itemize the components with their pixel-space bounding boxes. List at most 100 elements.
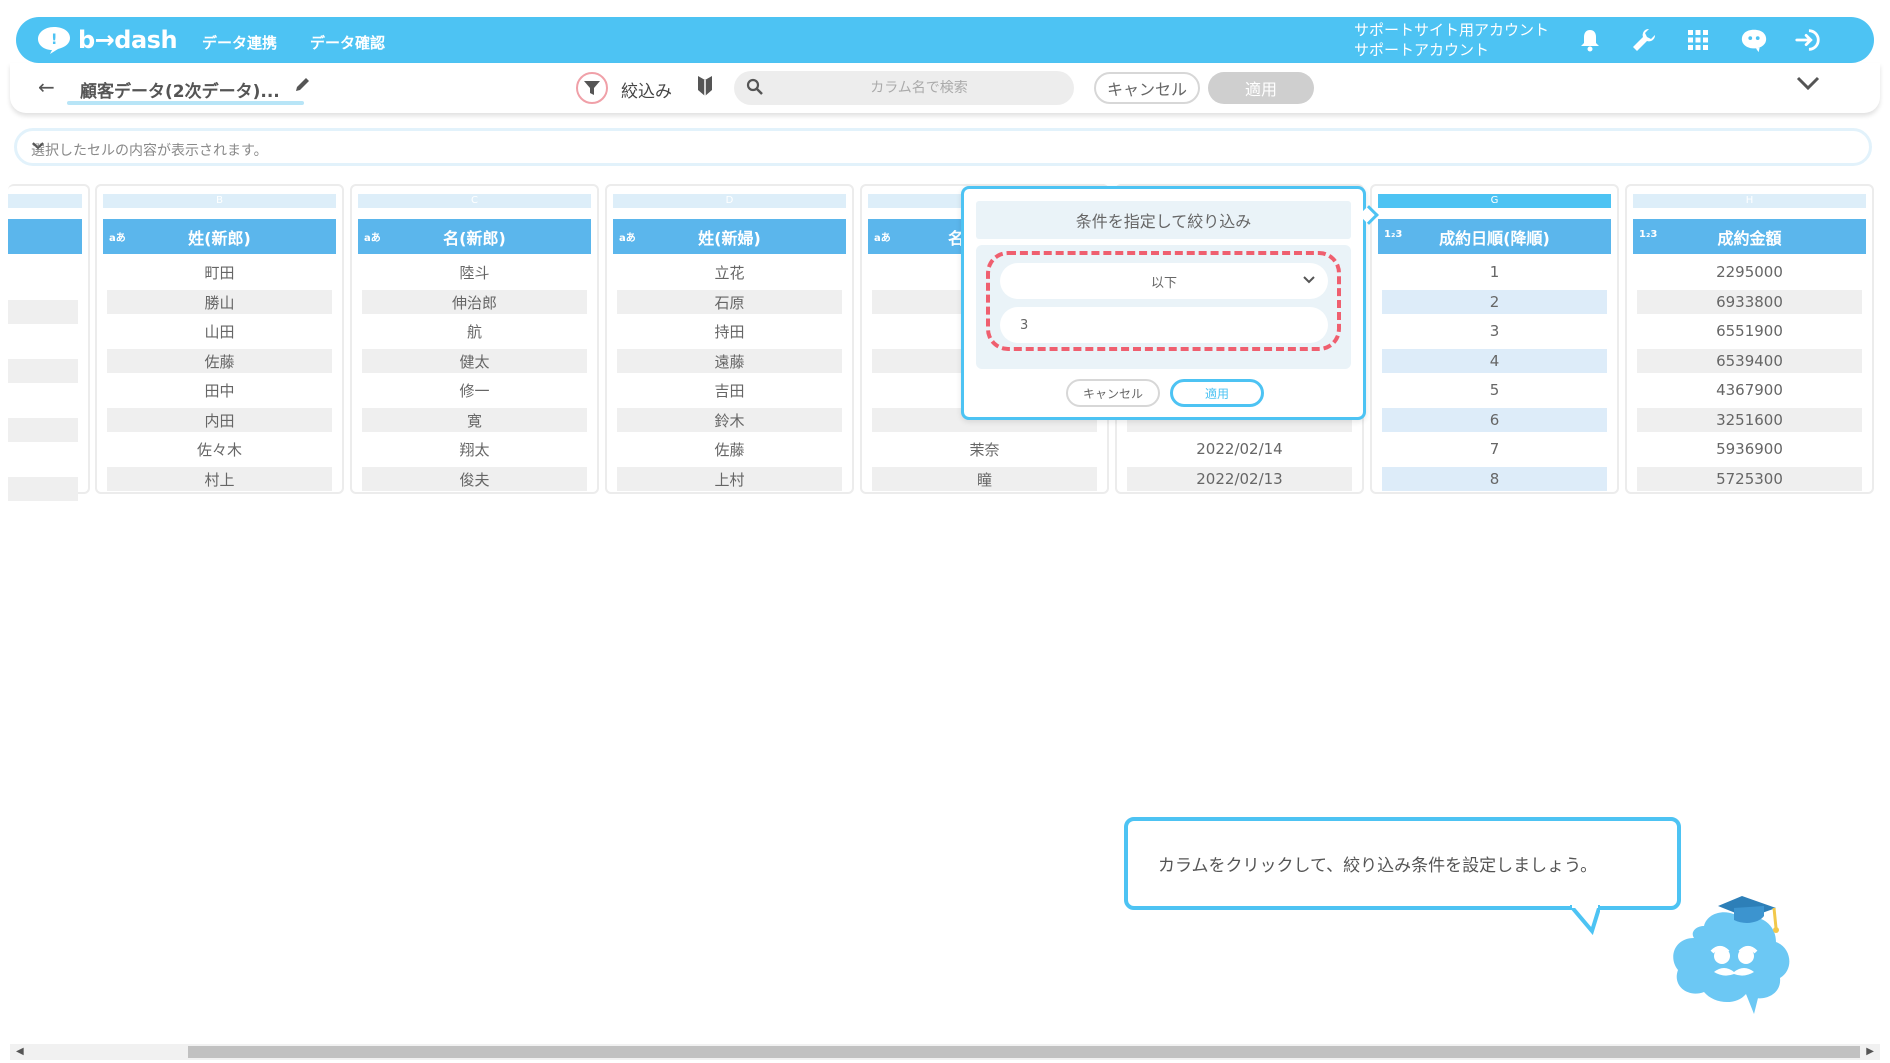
apps-grid-icon[interactable] <box>1684 26 1712 54</box>
popup-cancel-button[interactable]: キャンセル <box>1066 379 1160 407</box>
table-cell[interactable]: 5725300 <box>1637 467 1862 491</box>
table-cell[interactable]: 瞳 <box>872 467 1097 491</box>
column-header[interactable] <box>8 219 82 254</box>
table-cell[interactable]: 佐々木 <box>107 437 332 461</box>
nav-data-integration[interactable]: データ連携 <box>202 32 277 53</box>
text-type-icon: aあ <box>619 233 636 244</box>
table-cell[interactable]: 2 <box>1382 290 1607 314</box>
table-cell[interactable]: 5 <box>1382 378 1607 402</box>
column-d[interactable]: D aあ 姓(新婦) 立花 石原 持田 遠藤 吉田 鈴木 佐藤 上村 <box>605 184 854 494</box>
column-a[interactable] <box>8 184 90 501</box>
bell-icon[interactable] <box>1576 26 1604 54</box>
table-cell[interactable]: 村上 <box>107 467 332 491</box>
account-name: サポートアカウント <box>1354 41 1490 59</box>
table-cell[interactable]: 上村 <box>617 467 842 491</box>
column-header[interactable]: aあ 姓(新郎) <box>103 219 336 254</box>
table-cell[interactable]: 町田 <box>107 260 332 284</box>
table-cell[interactable]: 8 <box>1382 467 1607 491</box>
table-cell[interactable]: 2022/02/13 <box>1127 467 1352 491</box>
column-g[interactable]: G 1₂3 成約日順(降順) 1 2 3 4 5 6 7 8 <box>1370 184 1619 494</box>
apply-button[interactable]: 適用 <box>1208 72 1314 104</box>
table-cell[interactable]: 修一 <box>362 378 587 402</box>
column-search[interactable] <box>734 71 1074 105</box>
column-header[interactable]: 1₂3 成約日順(降順) <box>1378 219 1611 254</box>
table-cell[interactable] <box>8 388 78 412</box>
table-cell[interactable]: 航 <box>362 319 587 343</box>
table-cell[interactable]: 5936900 <box>1637 437 1862 461</box>
nav-data-check[interactable]: データ確認 <box>310 32 385 53</box>
beginner-mark-icon[interactable] <box>696 74 714 102</box>
scroll-right-arrow-icon[interactable]: ▶ <box>1866 1046 1874 1057</box>
table-cell[interactable]: 陸斗 <box>362 260 587 284</box>
table-cell[interactable]: 2295000 <box>1637 260 1862 284</box>
table-cell[interactable]: 鈴木 <box>617 408 842 432</box>
bdash-logo[interactable]: ! b→dash <box>36 25 178 55</box>
column-header[interactable]: 1₂3 成約金額 <box>1633 219 1866 254</box>
table-cell[interactable] <box>8 300 78 324</box>
table-cell[interactable]: 石原 <box>617 290 842 314</box>
column-letter: H <box>1633 194 1866 208</box>
table-cell[interactable]: 4367900 <box>1637 378 1862 402</box>
table-name[interactable]: 顧客データ(2次データ)... <box>80 77 280 102</box>
back-arrow-icon[interactable]: ← <box>38 75 55 99</box>
table-cell[interactable]: 内田 <box>107 408 332 432</box>
table-cell[interactable]: 7 <box>1382 437 1607 461</box>
table-cell[interactable]: 立花 <box>617 260 842 284</box>
filter-button[interactable] <box>576 72 608 104</box>
table-cell[interactable] <box>8 477 78 501</box>
table-cell[interactable]: 持田 <box>617 319 842 343</box>
scroll-left-arrow-icon[interactable]: ◀ <box>16 1046 24 1057</box>
table-cell[interactable]: 遠藤 <box>617 349 842 373</box>
table-cell[interactable]: 寛 <box>362 408 587 432</box>
table-cell[interactable]: 佐藤 <box>617 437 842 461</box>
table-cell[interactable]: 6539400 <box>1637 349 1862 373</box>
table-cell[interactable]: 吉田 <box>617 378 842 402</box>
mascot-help-icon[interactable] <box>1740 26 1768 54</box>
pencil-icon[interactable] <box>294 75 312 97</box>
table-cell[interactable]: 3251600 <box>1637 408 1862 432</box>
table-cell[interactable]: 4 <box>1382 349 1607 373</box>
table-cell[interactable]: 山田 <box>107 319 332 343</box>
table-cell[interactable] <box>8 447 78 471</box>
cell-content-bar[interactable]: 選択したセルの内容が表示されます。 <box>14 128 1872 166</box>
search-input[interactable] <box>734 80 1074 96</box>
column-header[interactable]: aあ 名(新郎) <box>358 219 591 254</box>
funnel-icon <box>584 81 600 95</box>
column-h[interactable]: H 1₂3 成約金額 2295000 6933800 6551900 65394… <box>1625 184 1874 494</box>
scrollbar-thumb[interactable] <box>188 1046 1860 1058</box>
table-cell[interactable]: 伸治郎 <box>362 290 587 314</box>
table-cell[interactable]: 田中 <box>107 378 332 402</box>
operator-select[interactable]: 以下 <box>1000 263 1328 299</box>
table-cell[interactable]: 勝山 <box>107 290 332 314</box>
column-header[interactable]: aあ 姓(新婦) <box>613 219 846 254</box>
table-cell[interactable]: 佐藤 <box>107 349 332 373</box>
column-b[interactable]: B aあ 姓(新郎) 町田 勝山 山田 佐藤 田中 内田 佐々木 村上 <box>95 184 344 494</box>
table-cell[interactable]: 翔太 <box>362 437 587 461</box>
table-cell[interactable]: 6933800 <box>1637 290 1862 314</box>
text-type-icon: aあ <box>364 233 381 244</box>
table-cell[interactable]: 1 <box>1382 260 1607 284</box>
table-cell[interactable]: 俊夫 <box>362 467 587 491</box>
table-cell[interactable] <box>8 359 78 383</box>
logout-icon[interactable] <box>1794 26 1822 54</box>
popup-apply-button[interactable]: 適用 <box>1170 379 1264 407</box>
table-cell[interactable] <box>8 418 78 442</box>
cancel-button[interactable]: キャンセル <box>1094 72 1200 104</box>
column-c[interactable]: C aあ 名(新郎) 陸斗 伸治郎 航 健太 修一 寛 翔太 俊夫 <box>350 184 599 494</box>
table-cell[interactable]: 2022/02/14 <box>1127 437 1352 461</box>
table-cell[interactable]: 6 <box>1382 408 1607 432</box>
horizontal-scrollbar[interactable]: ◀ ▶ <box>10 1044 1880 1060</box>
table-cell[interactable] <box>8 329 78 353</box>
text-type-icon: aあ <box>874 233 891 244</box>
table-cell[interactable]: 茉奈 <box>872 437 1097 461</box>
condition-value-input[interactable]: 3 <box>1000 307 1328 343</box>
account-info[interactable]: サポートサイト用アカウント サポートアカウント <box>1354 20 1549 60</box>
table-cell[interactable]: 健太 <box>362 349 587 373</box>
filter-label[interactable]: 絞込み <box>621 77 672 102</box>
chevron-down-icon[interactable] <box>31 139 1849 157</box>
table-cell[interactable]: 3 <box>1382 319 1607 343</box>
wrench-icon[interactable] <box>1630 26 1658 54</box>
table-cell[interactable]: 6551900 <box>1637 319 1862 343</box>
table-cell[interactable] <box>8 270 78 294</box>
chevron-down-icon[interactable] <box>1796 75 1820 95</box>
